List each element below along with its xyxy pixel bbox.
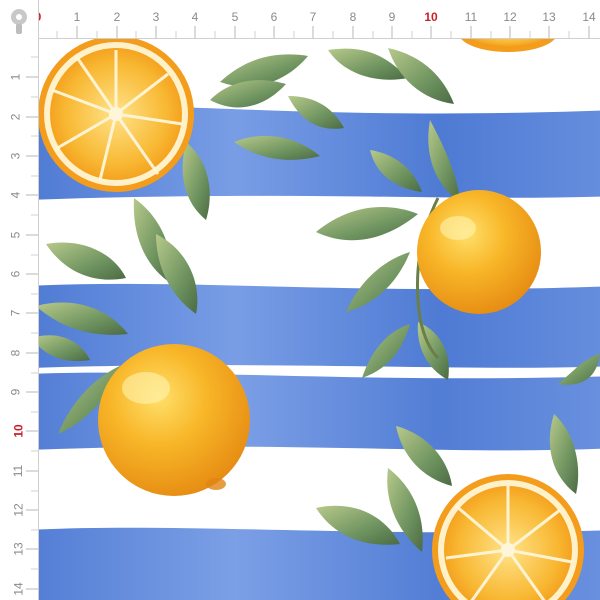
left-ruler-label: 8 <box>8 349 23 357</box>
top-ruler-label: 6 <box>270 10 278 24</box>
fabric-print <box>38 38 600 600</box>
top-ruler-label: 12 <box>503 10 517 24</box>
orange-stripe-pattern <box>38 38 600 600</box>
top-ruler: 0 1 2 3 4 5 6 7 8 9 10 11 12 13 14 <box>0 0 600 39</box>
top-ruler-label: 1 <box>73 10 81 24</box>
top-ruler-label: 4 <box>191 10 199 24</box>
left-ruler-label: 1 <box>8 73 23 81</box>
top-ruler-label: 5 <box>231 10 239 24</box>
top-ruler-label: 9 <box>388 10 396 24</box>
top-ruler-label: 3 <box>152 10 160 24</box>
top-ruler-label: 8 <box>349 10 357 24</box>
left-ruler-label: 9 <box>8 388 23 396</box>
left-ruler-label: 3 <box>8 152 23 160</box>
top-ruler-label: 7 <box>309 10 317 24</box>
left-ruler-label: 11 <box>11 464 26 478</box>
left-ruler-label: 12 <box>11 503 26 517</box>
left-ruler-label: 4 <box>8 191 23 199</box>
left-ruler-label: 14 <box>11 582 26 596</box>
left-ruler-label: 2 <box>8 113 23 121</box>
fabric-preview: 0 1 2 3 4 5 6 7 8 9 10 11 12 13 14 <box>0 0 600 600</box>
top-ruler-label: 2 <box>113 10 121 24</box>
leaf <box>210 80 286 108</box>
top-ruler-label: 13 <box>542 10 556 24</box>
left-ruler-label: 6 <box>8 270 23 278</box>
left-ruler: 1 2 3 4 5 6 7 8 9 10 11 12 13 14 <box>0 0 39 600</box>
leaf <box>46 242 126 280</box>
orange-slice-top-right-edge <box>460 38 556 52</box>
left-ruler-label-accent: 10 <box>11 424 26 438</box>
top-ruler-label: 14 <box>582 10 596 24</box>
corner-pin-icon <box>0 0 38 38</box>
left-ruler-label: 13 <box>11 542 26 556</box>
left-ruler-label: 7 <box>8 309 23 317</box>
top-ruler-label: 11 <box>464 10 478 24</box>
left-ruler-label: 5 <box>8 231 23 239</box>
leaf <box>316 207 418 241</box>
orange-slice-top-left <box>38 38 194 192</box>
top-ruler-label-accent: 10 <box>424 10 438 24</box>
